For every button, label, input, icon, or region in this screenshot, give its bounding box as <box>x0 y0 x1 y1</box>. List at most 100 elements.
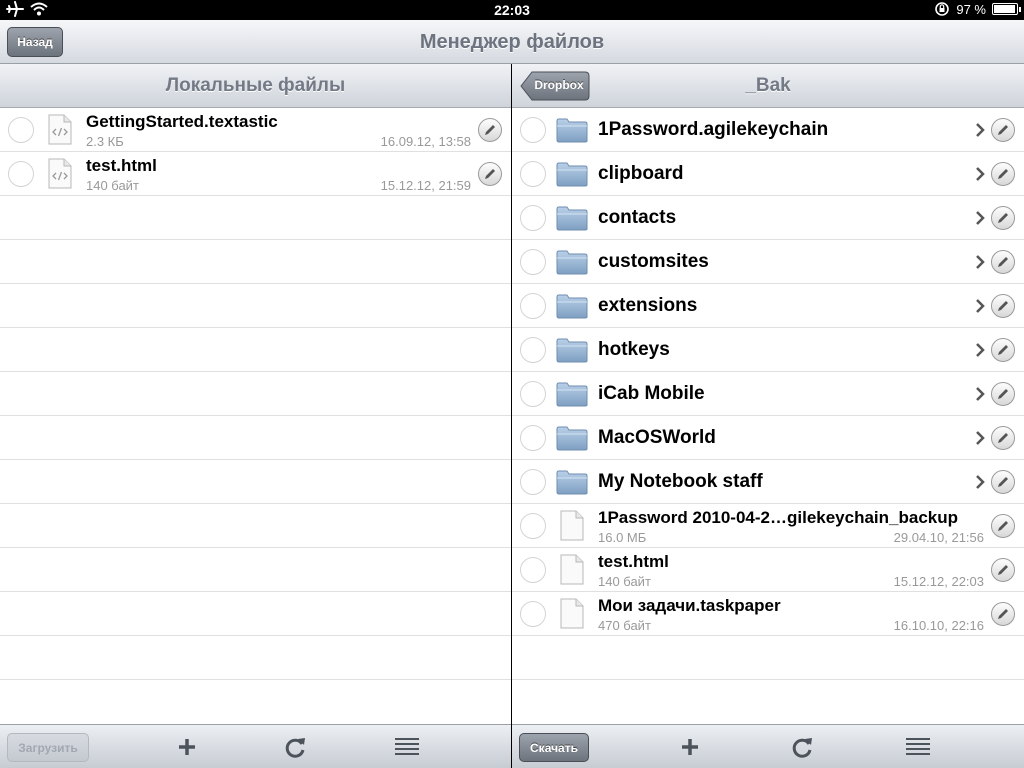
pencil-icon[interactable] <box>991 250 1015 274</box>
pencil-icon[interactable] <box>991 382 1015 406</box>
battery-fill <box>994 5 1016 13</box>
download-button[interactable]: Скачать <box>519 733 589 762</box>
file-date: 15.12.12, 21:59 <box>380 178 471 193</box>
folder-row[interactable]: contacts <box>512 196 1024 240</box>
folder-name: hotkeys <box>598 339 670 360</box>
folder-name: extensions <box>598 295 698 316</box>
file-date: 29.04.10, 21:56 <box>893 530 984 545</box>
folder-icon <box>556 294 588 319</box>
folder-row[interactable]: My Notebook staff <box>512 460 1024 504</box>
local-files-panel: Локальные файлы GettingStarted.textastic… <box>0 64 511 768</box>
select-radio[interactable] <box>520 161 546 187</box>
dropbox-header: Dropbox _Bak <box>512 64 1024 108</box>
folder-row[interactable]: MacOSWorld <box>512 416 1024 460</box>
code-document-icon <box>48 114 72 145</box>
select-radio[interactable] <box>520 117 546 143</box>
empty-row <box>512 636 1024 680</box>
pencil-icon[interactable] <box>478 118 502 142</box>
file-name: GettingStarted.textastic <box>86 112 278 131</box>
pencil-icon[interactable] <box>478 162 502 186</box>
folder-name: MacOSWorld <box>598 427 716 448</box>
file-row[interactable]: GettingStarted.textastic 2.3 КБ 16.09.12… <box>0 108 511 152</box>
file-name: Мои задачи.taskpaper <box>598 596 781 615</box>
pencil-icon[interactable] <box>991 162 1015 186</box>
folder-name: clipboard <box>598 163 684 184</box>
empty-row <box>0 284 511 328</box>
dropbox-panel: Dropbox _Bak 1Password.agilekeychain clip… <box>512 64 1024 768</box>
chevron-right-icon <box>976 167 985 181</box>
chevron-right-icon <box>976 123 985 137</box>
folder-name: customsites <box>598 251 709 272</box>
select-radio[interactable] <box>8 161 34 187</box>
pencil-icon[interactable] <box>991 514 1015 538</box>
empty-row <box>0 196 511 240</box>
empty-row <box>0 416 511 460</box>
select-radio[interactable] <box>520 425 546 451</box>
select-radio[interactable] <box>520 557 546 583</box>
file-row[interactable]: 1Password 2010-04-2…gilekeychain_backup 1… <box>512 504 1024 548</box>
folder-row[interactable]: hotkeys <box>512 328 1024 372</box>
pencil-icon[interactable] <box>991 426 1015 450</box>
folder-name: iCab Mobile <box>598 383 705 404</box>
refresh-icon[interactable] <box>790 735 816 759</box>
folder-row[interactable]: 1Password.agilekeychain <box>512 108 1024 152</box>
list-icon[interactable] <box>394 735 420 759</box>
empty-row <box>0 680 511 724</box>
pencil-icon[interactable] <box>991 206 1015 230</box>
select-radio[interactable] <box>520 293 546 319</box>
rotation-lock-icon <box>935 2 950 16</box>
code-document-icon <box>48 158 72 189</box>
select-radio[interactable] <box>520 513 546 539</box>
pencil-icon[interactable] <box>991 338 1015 362</box>
local-files-title: Локальные файлы <box>165 75 346 96</box>
select-radio[interactable] <box>520 381 546 407</box>
pencil-icon[interactable] <box>991 602 1015 626</box>
plus-icon[interactable] <box>677 735 703 759</box>
empty-row <box>0 548 511 592</box>
file-row[interactable]: Мои задачи.taskpaper 470 байт 16.10.10, 22… <box>512 592 1024 636</box>
folder-icon <box>556 338 588 363</box>
empty-row <box>0 504 511 548</box>
folder-icon <box>556 382 588 407</box>
dropbox-toolbar: Скачать <box>512 724 1024 768</box>
empty-row <box>0 636 511 680</box>
page-title: Менеджер файлов <box>419 31 605 53</box>
status-time: 22:03 <box>494 2 530 18</box>
status-bar: 22:03 97 % <box>0 0 1024 20</box>
pencil-icon[interactable] <box>991 558 1015 582</box>
battery-icon <box>992 3 1021 15</box>
folder-row[interactable]: clipboard <box>512 152 1024 196</box>
folder-row[interactable]: extensions <box>512 284 1024 328</box>
pencil-icon[interactable] <box>991 118 1015 142</box>
dropbox-file-list: 1Password.agilekeychain clipboard contacts… <box>512 108 1024 724</box>
file-row[interactable]: test.html 140 байт 15.12.12, 22:03 <box>512 548 1024 592</box>
select-radio[interactable] <box>520 469 546 495</box>
folder-row[interactable]: customsites <box>512 240 1024 284</box>
select-radio[interactable] <box>8 117 34 143</box>
pencil-icon[interactable] <box>991 294 1015 318</box>
refresh-icon[interactable] <box>283 735 309 759</box>
local-files-header: Локальные файлы <box>0 64 511 108</box>
file-size: 140 байт <box>86 178 139 193</box>
folder-name: 1Password.agilekeychain <box>598 119 829 140</box>
select-radio[interactable] <box>520 205 546 231</box>
empty-row <box>0 592 511 636</box>
document-icon <box>560 554 584 585</box>
folder-icon <box>556 206 588 231</box>
folder-row[interactable]: iCab Mobile <box>512 372 1024 416</box>
pencil-icon[interactable] <box>991 470 1015 494</box>
plus-icon[interactable] <box>174 735 200 759</box>
dropbox-folder-title: _Bak <box>745 75 791 96</box>
list-icon[interactable] <box>905 735 931 759</box>
select-radio[interactable] <box>520 249 546 275</box>
upload-button[interactable]: Загрузить <box>7 733 89 762</box>
battery-percent: 97 % <box>956 1 986 17</box>
chevron-right-icon <box>976 475 985 489</box>
local-toolbar: Загрузить <box>0 724 511 768</box>
empty-row <box>512 680 1024 724</box>
select-radio[interactable] <box>520 337 546 363</box>
folder-icon <box>556 162 588 187</box>
file-name: test.html <box>86 156 157 175</box>
select-radio[interactable] <box>520 601 546 627</box>
file-row[interactable]: test.html 140 байт 15.12.12, 21:59 <box>0 152 511 196</box>
